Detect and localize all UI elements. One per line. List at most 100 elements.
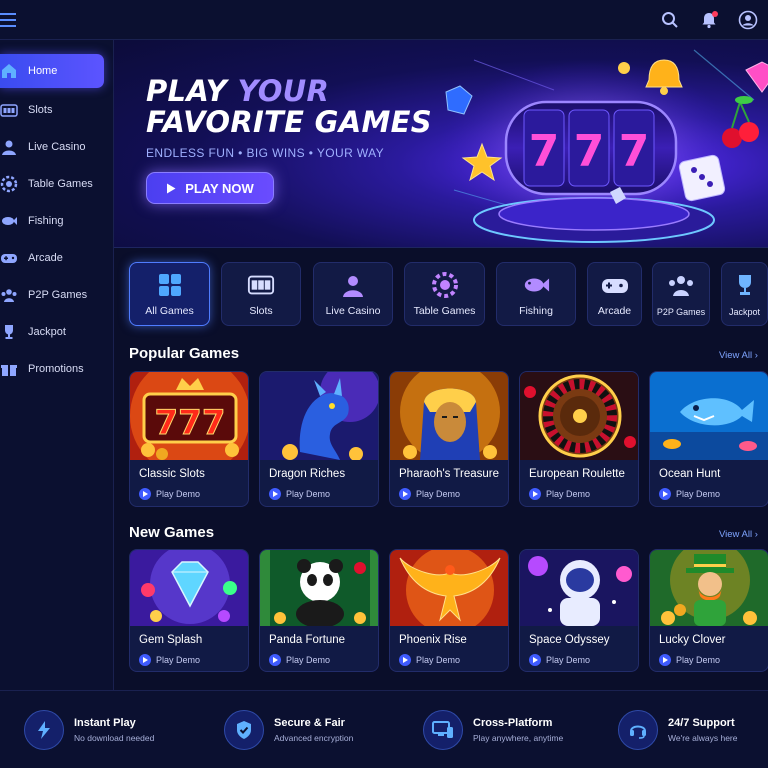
game-thumbnail [260,550,378,626]
sidebar-item-label: Table Games [28,178,93,190]
game-thumbnail: 777 [130,372,248,460]
sidebar: Home Slots Live Casino Table Games Fishi… [0,40,114,690]
sidebar-item-slots[interactable]: Slots [0,93,104,127]
play-demo-link[interactable]: Play Demo [659,488,720,500]
sidebar-item-p2p-games[interactable]: P2P Games [0,278,104,312]
play-demo-link[interactable]: Play Demo [269,488,330,500]
game-title: Lucky Clover [659,634,726,646]
sidebar-item-label: Home [28,65,58,77]
sidebar-item-jackpot[interactable]: Jackpot [0,315,104,349]
feature-subtitle: No download needed [74,733,155,743]
game-card-classic-slots[interactable]: 777 Classic Slots Play Demo [129,371,249,507]
play-icon [167,183,176,193]
game-thumbnail [650,550,768,626]
play-demo-link[interactable]: Play Demo [529,654,590,666]
gamepad-icon [0,249,18,267]
feature-title: Cross-Platform [473,717,553,729]
play-demo-link[interactable]: Play Demo [529,488,590,500]
category-arcade[interactable]: Arcade [587,262,642,326]
new-games-view-all-link[interactable]: View All › [719,529,758,540]
popular-view-all-link[interactable]: View All › [719,350,758,361]
sidebar-item-arcade[interactable]: Arcade [0,241,104,275]
grid-icon [156,271,184,299]
play-icon [659,488,671,500]
game-card-european-roulette[interactable]: European Roulette Play Demo [519,371,639,507]
feature-subtitle: Play anywhere, anytime [473,733,564,743]
category-label: Fishing [519,305,553,317]
hero-banner: PLAY YOUR FAVORITE GAMES ENDLESS FUN • B… [114,40,768,248]
feature-instant-play: Instant Play No download needed [24,691,154,768]
chevron-right-icon: › [754,350,758,361]
sidebar-item-label: Fishing [28,215,64,227]
user-icon[interactable] [738,10,758,30]
category-label: Live Casino [325,305,381,317]
hero-title-line2: FAVORITE GAMES [146,105,432,139]
game-title: Ocean Hunt [659,468,721,480]
game-title: Space Odyssey [529,634,610,646]
sidebar-item-promotions[interactable]: Promotions [0,352,104,386]
ocean-art [650,372,768,460]
search-icon[interactable] [660,10,680,30]
play-icon [399,488,411,500]
category-slots[interactable]: Slots [221,262,301,326]
game-card-lucky-clover[interactable]: Lucky Clover Play Demo [649,549,768,672]
slot-machine-illustration: 7 7 7 [439,49,768,243]
bell-icon[interactable] [699,10,719,30]
category-fishing[interactable]: Fishing [496,262,576,326]
category-all-games[interactable]: All Games [129,262,210,326]
sidebar-item-label: Slots [28,104,53,116]
play-now-button[interactable]: PLAY NOW [146,172,274,204]
play-now-label: PLAY NOW [185,180,254,196]
play-demo-link[interactable]: Play Demo [139,488,200,500]
category-jackpot[interactable]: Jackpot [721,262,768,326]
dragon-art [260,372,378,460]
play-icon [139,654,151,666]
fish-icon [522,271,550,299]
hero-title-word: PLAY [146,74,228,108]
sidebar-item-label: Arcade [28,252,63,264]
game-card-space-odyssey[interactable]: Space Odyssey Play Demo [519,549,639,672]
play-demo-link[interactable]: Play Demo [659,654,720,666]
sidebar-item-home[interactable]: Home [0,54,104,88]
menu-icon[interactable] [0,13,18,27]
category-table-games[interactable]: Table Games [404,262,485,326]
play-demo-link[interactable]: Play Demo [399,654,460,666]
sidebar-item-fishing[interactable]: Fishing [0,204,104,238]
sidebar-item-label: Live Casino [28,141,86,153]
users-icon [667,271,695,299]
trophy-icon [0,323,18,341]
gem-art [130,550,248,626]
category-label: P2P Games [656,307,706,317]
feature-title: Instant Play [74,717,136,729]
game-title: Panda Fortune [269,634,346,646]
lightning-icon [24,710,64,750]
fish-icon [0,212,18,230]
play-demo-link[interactable]: Play Demo [269,654,330,666]
play-demo-label: Play Demo [416,655,461,665]
play-demo-label: Play Demo [416,489,461,499]
sidebar-item-label: P2P Games [28,289,88,301]
trophy-icon [731,271,759,299]
feature-cross-platform: Cross-Platform Play anywhere, anytime [423,691,563,768]
sidebar-item-table-games[interactable]: Table Games [0,167,104,201]
game-card-ocean-hunt[interactable]: Ocean Hunt Play Demo [649,371,768,507]
feature-subtitle: We're always here [668,733,738,743]
game-card-dragon-riches[interactable]: Dragon Riches Play Demo [259,371,379,507]
category-live-casino[interactable]: Live Casino [313,262,393,326]
view-all-label: View All [719,529,753,540]
users-icon [0,286,18,304]
game-title: European Roulette [529,468,625,480]
play-icon [399,654,411,666]
top-actions [660,10,758,30]
game-card-gem-splash[interactable]: Gem Splash Play Demo [129,549,249,672]
game-card-pharaohs-treasure[interactable]: Pharaoh's Treasure Play Demo [389,371,509,507]
game-card-phoenix-rise[interactable]: Phoenix Rise Play Demo [389,549,509,672]
play-demo-link[interactable]: Play Demo [139,654,200,666]
game-thumbnail [390,550,508,626]
slot-machine-icon [247,271,275,299]
category-p2p-games[interactable]: P2P Games [652,262,710,326]
game-card-panda-fortune[interactable]: Panda Fortune Play Demo [259,549,379,672]
play-demo-link[interactable]: Play Demo [399,488,460,500]
astronaut-art [520,550,638,626]
sidebar-item-live-casino[interactable]: Live Casino [0,130,104,164]
